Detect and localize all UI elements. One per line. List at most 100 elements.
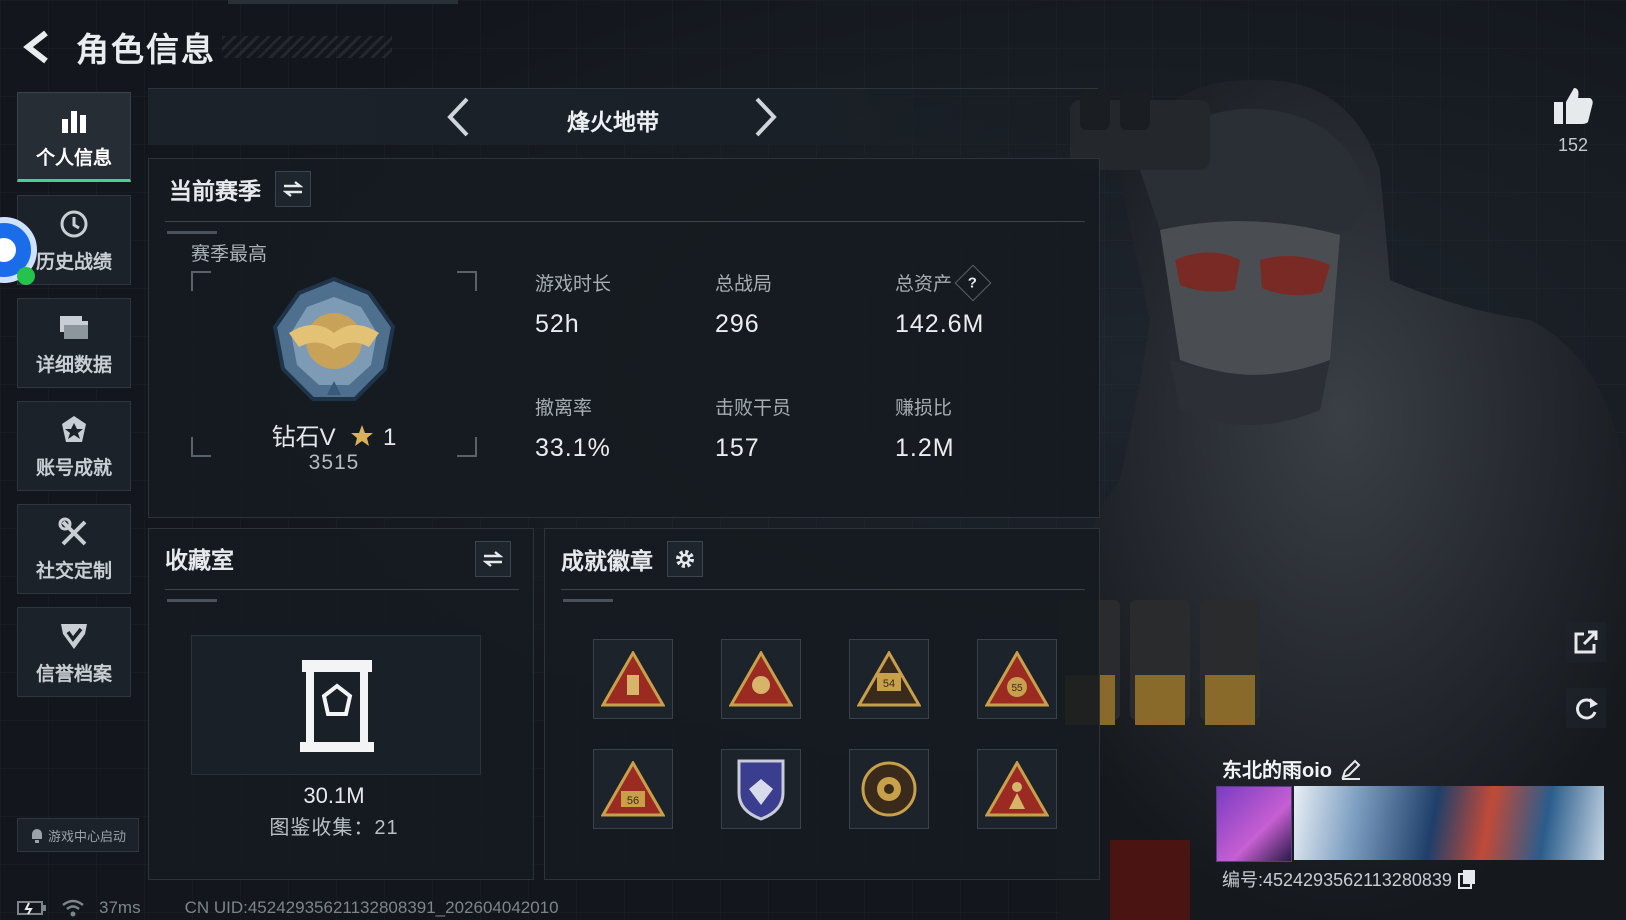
stat-value: 296	[715, 310, 760, 338]
stat-extraction-rate: 撤离率 33.1%	[535, 393, 705, 463]
stat-label: 游戏时长	[535, 274, 612, 295]
badge-slot[interactable]	[977, 749, 1057, 829]
like-count: 152	[1557, 135, 1589, 155]
triangle-badge-icon: 56	[601, 761, 665, 817]
avatar[interactable]	[1216, 786, 1292, 862]
sidebar-item-detailed-data[interactable]: 详细数据	[17, 298, 131, 388]
mode-next-button[interactable]	[746, 97, 786, 137]
badge-slot[interactable]	[721, 639, 801, 719]
shield-check-icon	[57, 619, 91, 653]
back-button[interactable]	[18, 27, 58, 67]
gear-icon	[676, 550, 694, 568]
sidebar-item-achievements[interactable]: 账号成就	[17, 401, 131, 491]
game-center-label: 游戏中心启动	[47, 828, 126, 844]
thumbs-up-icon	[1554, 88, 1593, 124]
badge-number: 56	[627, 795, 639, 807]
season-switch-button[interactable]	[275, 171, 311, 207]
stat-label: 总战局	[715, 274, 773, 295]
rank-name-row: 钻石V 1	[191, 417, 477, 452]
title-decoration	[222, 36, 392, 58]
badge-slot[interactable]	[721, 749, 801, 829]
player-card: 东北的雨oio 编号:4524293562113280839	[1212, 748, 1612, 898]
sidebar-item-label: 历史战绩	[35, 251, 112, 273]
sidebar-item-label: 信誉档案	[35, 663, 112, 685]
edit-pencil-icon[interactable]	[1340, 758, 1362, 780]
bar-chart-icon	[57, 103, 91, 137]
help-button[interactable]: ?	[954, 264, 992, 301]
player-name: 东北的雨oio	[1222, 760, 1332, 782]
stat-total-assets: 总资产 ? 142.6M	[895, 264, 1065, 339]
sidebar-item-label: 账号成就	[35, 457, 112, 479]
copy-icon[interactable]	[1457, 869, 1476, 889]
refresh-icon	[1576, 698, 1598, 720]
player-id-row: 编号:4524293562113280839	[1222, 866, 1476, 892]
triangle-badge-icon	[985, 761, 1049, 817]
diamond-rank-emblem-icon	[272, 277, 396, 401]
swap-icon	[283, 181, 303, 197]
game-center-button[interactable]: 游戏中心启动	[17, 818, 139, 852]
triangle-badge-icon: 55	[985, 651, 1049, 707]
badge-number: 55	[1011, 683, 1023, 694]
wifi-icon	[62, 899, 84, 917]
like-button[interactable]	[1538, 86, 1608, 131]
share-button[interactable]	[1566, 622, 1606, 662]
badge-slot[interactable]	[849, 749, 929, 829]
uid-line: CN UID:45242935621132808391_202604042010	[184, 898, 559, 917]
badges-panel-header: 成就徽章	[561, 541, 703, 577]
season-best-label: 赛季最高	[191, 244, 268, 265]
collection-count: 图鉴收集：21	[269, 817, 399, 839]
sidebar-item-label: 社交定制	[35, 560, 112, 582]
share-icon	[1574, 630, 1598, 654]
like-block: 152	[1538, 86, 1608, 156]
collection-showcase[interactable]	[191, 635, 481, 775]
divider-tick	[167, 599, 217, 602]
arrow-left-icon	[23, 30, 48, 64]
collection-value: 30.1M	[303, 783, 365, 808]
stat-value: 52h	[535, 310, 580, 338]
rotate-button[interactable]	[1566, 688, 1606, 728]
help-icon: ?	[968, 273, 978, 291]
season-panel-header: 当前赛季	[169, 171, 311, 207]
frame-corner	[457, 271, 477, 291]
season-panel-title: 当前赛季	[169, 178, 261, 204]
triangle-badge-icon	[729, 651, 793, 707]
badges-settings-button[interactable]	[667, 541, 703, 577]
stat-total-matches: 总战局 296	[715, 269, 885, 339]
sidebar: 个人信息 历史战绩 详细数据 账号成就 社交定制 信誉档案	[17, 92, 133, 710]
stat-label: 赚损比	[895, 398, 953, 419]
mode-switcher: 烽火地带	[148, 88, 1098, 145]
achievement-icon	[57, 413, 91, 447]
badge-slot[interactable]: 54	[849, 639, 929, 719]
star-icon	[351, 425, 374, 446]
stat-value: 157	[715, 434, 760, 462]
floating-assistant-button[interactable]	[0, 210, 38, 286]
badges-panel: 成就徽章 54 55 56	[544, 528, 1100, 880]
shield-badge-icon	[737, 759, 785, 821]
bell-icon	[31, 829, 42, 843]
divider	[165, 589, 519, 590]
triangle-badge-icon: 54	[857, 651, 921, 707]
badge-slot[interactable]	[593, 639, 673, 719]
sidebar-item-social-custom[interactable]: 社交定制	[17, 504, 131, 594]
header: 角色信息	[18, 22, 392, 72]
latency: 37ms	[99, 898, 141, 917]
divider-tick	[167, 231, 217, 234]
divider	[165, 221, 1085, 222]
frame-corner	[191, 271, 211, 291]
clock-history-icon	[57, 207, 91, 241]
profile-banner[interactable]	[1294, 786, 1604, 860]
badge-slot[interactable]: 56	[593, 749, 673, 829]
display-case-icon	[300, 660, 374, 752]
player-name-row: 东北的雨oio	[1222, 754, 1362, 783]
stat-label: 撤离率	[535, 398, 593, 419]
badge-number: 54	[883, 678, 895, 690]
sidebar-item-credit-record[interactable]: 信誉档案	[17, 607, 131, 697]
stat-operators-defeated: 击败干员 157	[715, 393, 885, 463]
player-id: 编号:4524293562113280839	[1222, 870, 1452, 890]
sidebar-item-personal-info[interactable]: 个人信息	[17, 92, 131, 182]
badge-slot[interactable]: 55	[977, 639, 1057, 719]
sidebar-item-label: 个人信息	[35, 147, 112, 169]
round-badge-icon	[861, 761, 917, 817]
collection-switch-button[interactable]	[475, 541, 511, 577]
chevron-right-icon	[755, 97, 777, 137]
